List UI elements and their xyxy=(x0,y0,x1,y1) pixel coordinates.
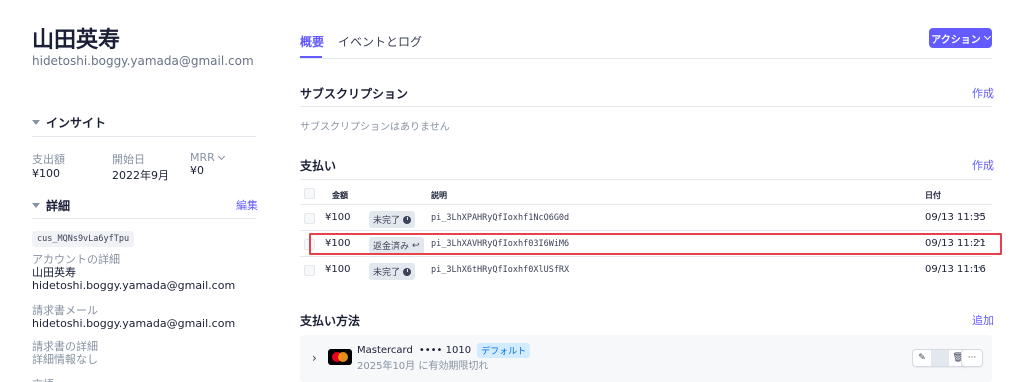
tab-overview[interactable]: 概要 xyxy=(300,33,324,50)
details-toggle[interactable]: 詳細 xyxy=(32,197,70,214)
edit-details-link[interactable]: 編集 xyxy=(236,197,258,213)
card-last4: •••• 1010 xyxy=(418,345,472,356)
divider xyxy=(300,58,992,59)
create-subscription-link[interactable]: 作成 xyxy=(972,85,994,101)
stat-value: 2022年9月 xyxy=(112,169,169,182)
payment-row[interactable]: ¥100 返金済み ↩ pi_3LhXAVHRyQfIoxhf03I6WiM6 … xyxy=(300,232,992,256)
divider xyxy=(300,179,992,180)
stat-value: ¥100 xyxy=(32,167,60,180)
stat-label: 支出額 xyxy=(32,153,65,166)
divider xyxy=(300,204,992,205)
refund-arrow-icon: ↩ xyxy=(412,240,420,251)
chevron-right-icon[interactable]: › xyxy=(312,351,317,365)
payment-method-card[interactable]: › Mastercard •••• 1010 デフォルト 2025年10月 に有… xyxy=(300,335,992,382)
payment-amount: ¥100 xyxy=(325,238,351,249)
status-label: 未完了 xyxy=(373,268,401,278)
divider xyxy=(300,256,992,257)
payments-heading: 支払い xyxy=(300,159,337,173)
caret-down-icon xyxy=(32,120,40,125)
more-options-icon[interactable]: ··· xyxy=(973,209,987,222)
status-label: 未完了 xyxy=(373,216,401,226)
insights-heading: インサイト xyxy=(46,116,107,130)
pencil-icon[interactable]: ✎ xyxy=(913,350,931,366)
insights-toggle[interactable]: インサイト xyxy=(32,114,106,131)
subscriptions-heading: サブスクリプション xyxy=(300,87,409,101)
chevron-down-icon xyxy=(983,32,991,41)
more-options-icon[interactable]: ··· xyxy=(973,261,987,274)
subscriptions-empty-text: サブスクリプションはありません xyxy=(300,122,450,133)
customer-name: 山田英寿 xyxy=(32,28,121,53)
card-brand: Mastercard xyxy=(357,345,413,356)
row-checkbox[interactable] xyxy=(304,239,315,250)
actions-button-label: アクション xyxy=(931,34,981,46)
default-badge: デフォルト xyxy=(477,343,531,358)
column-header-amount: 金額 xyxy=(332,191,348,200)
card-action-group: ✎ 🗑 xyxy=(912,349,968,367)
invoice-details-section: 請求書の詳細 詳細情報なし xyxy=(32,340,98,366)
payment-amount: ¥100 xyxy=(325,212,351,223)
language-label: 言語 xyxy=(32,376,54,382)
status-badge: 返金済み ↩ xyxy=(369,237,424,254)
column-header-description: 説明 xyxy=(431,191,447,200)
divider xyxy=(300,106,992,107)
stat-value: ¥0 xyxy=(190,164,204,177)
stat-start-date: 開始日 2022年9月 xyxy=(112,151,169,183)
tab-events-logs[interactable]: イベントとログ xyxy=(338,33,422,50)
invoice-details-value: 詳細情報なし xyxy=(32,353,98,366)
more-options-icon: ··· xyxy=(967,353,977,363)
invoice-details-label: 請求書の詳細 xyxy=(32,340,98,353)
row-checkbox[interactable] xyxy=(304,213,315,224)
payment-row[interactable]: ¥100 未完了 pi_3LhX6tHRyQfIoxhf0XlUSfRX 09/… xyxy=(300,258,992,282)
stat-mrr[interactable]: MRR ¥0 xyxy=(190,151,225,177)
stat-label: MRR xyxy=(190,151,215,164)
add-payment-method-link[interactable]: 追加 xyxy=(972,312,994,328)
column-header-date: 日付 xyxy=(925,191,941,200)
stat-label: 開始日 xyxy=(112,153,145,166)
mastercard-logo-icon xyxy=(328,349,352,365)
details-heading: 詳細 xyxy=(46,199,71,213)
payment-id: pi_3LhX6tHRyQfIoxhf0XlUSfRX xyxy=(431,265,570,275)
account-details: アカウントの詳細 山田英寿 hidetoshi.boggy.yamada@gma… xyxy=(32,253,235,292)
payment-methods-heading: 支払い方法 xyxy=(300,314,361,328)
more-options-icon[interactable]: ··· xyxy=(973,235,987,248)
customer-id-chip[interactable]: cus_MQNs9vLa6yfTpu xyxy=(32,231,135,247)
divider xyxy=(32,136,256,137)
card-expiry: 2025年10月 に有効期限切れ xyxy=(357,361,489,372)
billing-email-section: 請求書メール hidetoshi.boggy.yamada@gmail.com xyxy=(32,304,235,330)
payment-id: pi_3LhXPAHRyQfIoxhf1NcO6G0d xyxy=(431,213,570,223)
chevron-down-icon xyxy=(217,152,225,160)
clock-icon xyxy=(403,215,412,224)
payment-id: pi_3LhXAVHRyQfIoxhf03I6WiM6 xyxy=(431,239,570,249)
card-title: Mastercard •••• 1010 デフォルト xyxy=(357,343,531,358)
divider xyxy=(300,230,992,231)
account-details-label: アカウントの詳細 xyxy=(32,253,120,266)
status-label: 返金済み xyxy=(373,242,410,252)
select-all-checkbox[interactable] xyxy=(304,188,315,199)
payment-row[interactable]: ¥100 未完了 pi_3LhXPAHRyQfIoxhf1NcO6G0d 09/… xyxy=(300,206,992,230)
card-more-button[interactable]: ··· xyxy=(961,349,983,367)
status-badge: 未完了 xyxy=(369,263,416,280)
divider xyxy=(32,218,256,219)
customer-email: hidetoshi.boggy.yamada@gmail.com xyxy=(32,54,254,68)
payment-amount: ¥100 xyxy=(325,264,351,275)
clock-icon xyxy=(403,267,412,276)
billing-email-label: 請求書メール xyxy=(32,304,98,317)
stat-spend: 支出額 ¥100 xyxy=(32,151,65,180)
actions-button[interactable]: アクション xyxy=(929,28,992,48)
caret-down-icon xyxy=(32,203,40,208)
account-email: hidetoshi.boggy.yamada@gmail.com xyxy=(32,279,236,292)
create-payment-link[interactable]: 作成 xyxy=(972,157,994,173)
row-checkbox[interactable] xyxy=(304,265,315,276)
status-badge: 未完了 xyxy=(369,211,416,228)
account-name: 山田英寿 xyxy=(32,266,76,279)
billing-email: hidetoshi.boggy.yamada@gmail.com xyxy=(32,317,236,330)
